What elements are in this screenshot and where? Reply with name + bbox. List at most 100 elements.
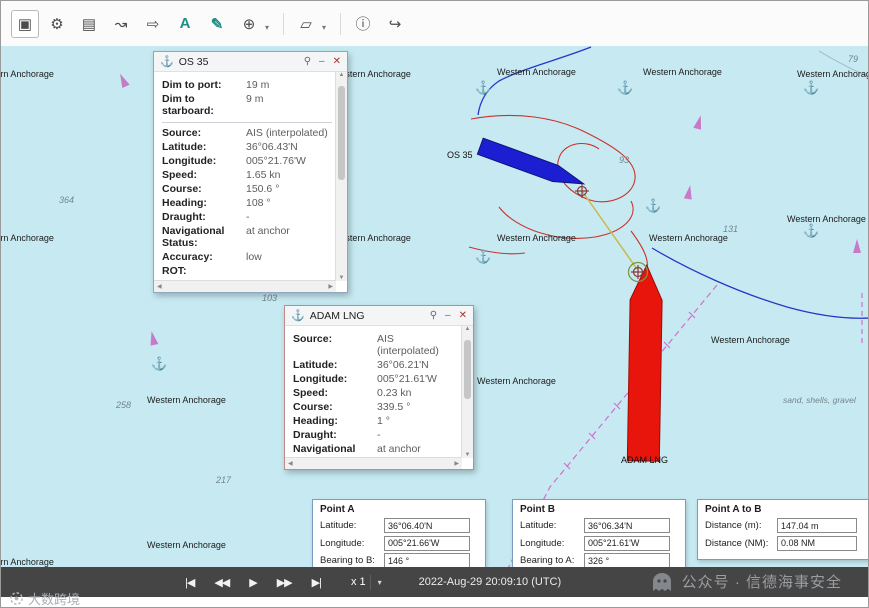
info-icon[interactable]: ⓘ (349, 10, 377, 38)
info-row: Longitude: 005°21.76'W (162, 155, 332, 168)
skip-to-start-button[interactable]: |◀ (185, 576, 195, 589)
distance-nm-field[interactable] (777, 535, 857, 551)
layers-glyph: ▤ (81, 15, 97, 33)
field-label: Draught: (293, 429, 337, 441)
projection-icon[interactable]: ⊕ (235, 10, 263, 38)
replay-app-window: ▣ ⚙ ▤ ↝ ⇨ A ✎ ⊕ ▾ ▱ ▾ ⓘ ↪ rn Anchorage W… (0, 0, 869, 608)
text-tool-icon[interactable]: A (171, 10, 199, 38)
bottom-left-watermark: 大数跨境 (9, 589, 80, 607)
watermark-text: 公众号 · 信德海事安全 (681, 574, 842, 591)
chevron-down-icon[interactable]: ▾ (322, 23, 326, 32)
info-row: Dim to port: 19 m (162, 79, 332, 92)
minimize-icon[interactable]: – (319, 56, 325, 67)
field-label: Bearing to A: (520, 555, 575, 566)
speed-dropdown-icon[interactable]: ▾ (369, 574, 389, 590)
horizontal-scrollbar[interactable]: ◀ ▶ (285, 457, 462, 469)
field-label: Source: (293, 332, 333, 345)
panel-title: Point A (320, 504, 355, 515)
latitude-field[interactable] (384, 518, 470, 533)
layers-icon[interactable]: ▤ (75, 10, 103, 38)
field-label: Longitude: (293, 373, 348, 385)
anchorage-label: Western Anchorage (497, 233, 576, 243)
toolbar-separator (283, 12, 285, 35)
vessel-info-popup-adam-lng: ⚓ ADAM LNG ⚲ – ✕ Source: AIS (interpolate… (284, 305, 474, 470)
close-icon[interactable]: ✕ (459, 310, 467, 321)
panel-title: Point A to B (705, 504, 762, 515)
pin-icon[interactable]: ⚲ (430, 310, 437, 321)
draw-shape-icon[interactable]: ▱ (292, 10, 320, 38)
pin-icon[interactable]: ⚲ (304, 56, 311, 67)
field-label: Latitude: (162, 140, 207, 153)
field-value: 36°06.21'N (377, 359, 429, 371)
field-label: Navigational Status: (293, 443, 356, 458)
popup-title-bar[interactable]: ⚓ OS 35 ⚲ – ✕ (154, 52, 347, 72)
playback-timestamp: 2022-Aug-29 20:09:10 (UTC) (418, 576, 562, 588)
vertical-scrollbar[interactable]: ▲ ▼ (461, 326, 473, 458)
depth-sounding: 93 (619, 155, 630, 165)
anchorage-label: Western Anchorage (643, 67, 722, 77)
vessel-label-adam: ADAM LNG (621, 455, 669, 465)
field-value: 005°21.76'W (246, 154, 306, 167)
field-label: Latitude: (520, 520, 557, 531)
anchor-icon: ⚓ (475, 80, 492, 95)
chevron-down-icon[interactable]: ▾ (265, 23, 269, 32)
field-label: Heading: (293, 415, 338, 427)
measure-glyph: ✎ (210, 15, 224, 33)
step-forward-button[interactable]: ▶▶ (277, 576, 293, 589)
label-tool-icon[interactable]: ⇨ (139, 10, 167, 38)
info-row: Course: 339.5 ° (293, 401, 458, 414)
latitude-field[interactable] (584, 518, 670, 533)
scrollbar-thumb[interactable] (338, 86, 345, 181)
tracks-tool-icon[interactable]: ↝ (107, 10, 135, 38)
longitude-field[interactable] (584, 535, 670, 551)
field-label: Navigational Status: (162, 224, 225, 250)
anchorage-label: Western Anchorage (0, 69, 54, 79)
field-label: Accuracy: (162, 251, 213, 263)
vertical-scrollbar[interactable]: ▲ ▼ (335, 72, 347, 281)
longitude-field[interactable] (384, 535, 470, 551)
depth-sounding: 131 (723, 224, 739, 234)
scrollbar-thumb[interactable] (464, 340, 471, 400)
field-label: Heading: (162, 196, 207, 209)
gear-glyph: ⚙ (50, 15, 64, 33)
anchor-icon: ⚓ (617, 80, 634, 95)
measure-tool-icon[interactable]: ✎ (203, 10, 231, 38)
depth-sounding: 258 (116, 400, 132, 410)
field-label: Draught: (162, 210, 206, 223)
field-label: Dim to starboard: (162, 92, 214, 118)
field-value: 005°21.61'W (377, 373, 437, 385)
bearing-field[interactable] (384, 553, 470, 568)
seabed-type-label: sand, shells, gravel (783, 395, 856, 405)
play-button[interactable]: ▶ (249, 576, 258, 589)
skip-to-end-button[interactable]: ▶| (312, 576, 322, 589)
bearing-field[interactable] (584, 553, 670, 568)
settings-icon[interactable]: ⚙ (43, 10, 71, 38)
minimize-icon[interactable]: – (445, 310, 451, 321)
popup-title-bar[interactable]: ⚓ ADAM LNG ⚲ – ✕ (285, 306, 473, 326)
row-separator (162, 121, 332, 123)
text-tool-glyph: A (179, 15, 191, 32)
exit-icon[interactable]: ↪ (381, 10, 409, 38)
select-tool-icon[interactable]: ▣ (11, 9, 39, 38)
anchor-icon: ⚓ (803, 80, 820, 95)
field-value: 36°06.43'N (246, 140, 298, 153)
anchorage-label: Western Anchorage (147, 540, 226, 550)
horizontal-scrollbar[interactable]: ◀ ▶ (154, 280, 336, 292)
field-value: 108 ° (246, 196, 271, 209)
popup-title: OS 35 (178, 55, 209, 68)
anchorage-label: Western Anchorage (497, 67, 576, 77)
distance-m-field[interactable] (777, 518, 857, 533)
field-label: Longitude: (520, 537, 565, 549)
playback-speed[interactable]: x 1 (351, 576, 366, 588)
field-label: Dim to port: (162, 78, 222, 91)
field-label: Course: (293, 401, 333, 413)
field-value: AIS (interpolated) (246, 126, 328, 139)
anchor-icon: ⚓ (151, 356, 168, 371)
anchorage-label: Western Anchorage (711, 335, 790, 345)
close-icon[interactable]: ✕ (333, 56, 341, 67)
field-label: Course: (162, 182, 202, 195)
info-row: Heading: 108 ° (162, 197, 332, 210)
step-back-button[interactable]: ◀◀ (214, 576, 230, 589)
field-value: 1.65 kn (246, 168, 281, 181)
info-row: Dim to starboard: 9 m (162, 93, 332, 118)
